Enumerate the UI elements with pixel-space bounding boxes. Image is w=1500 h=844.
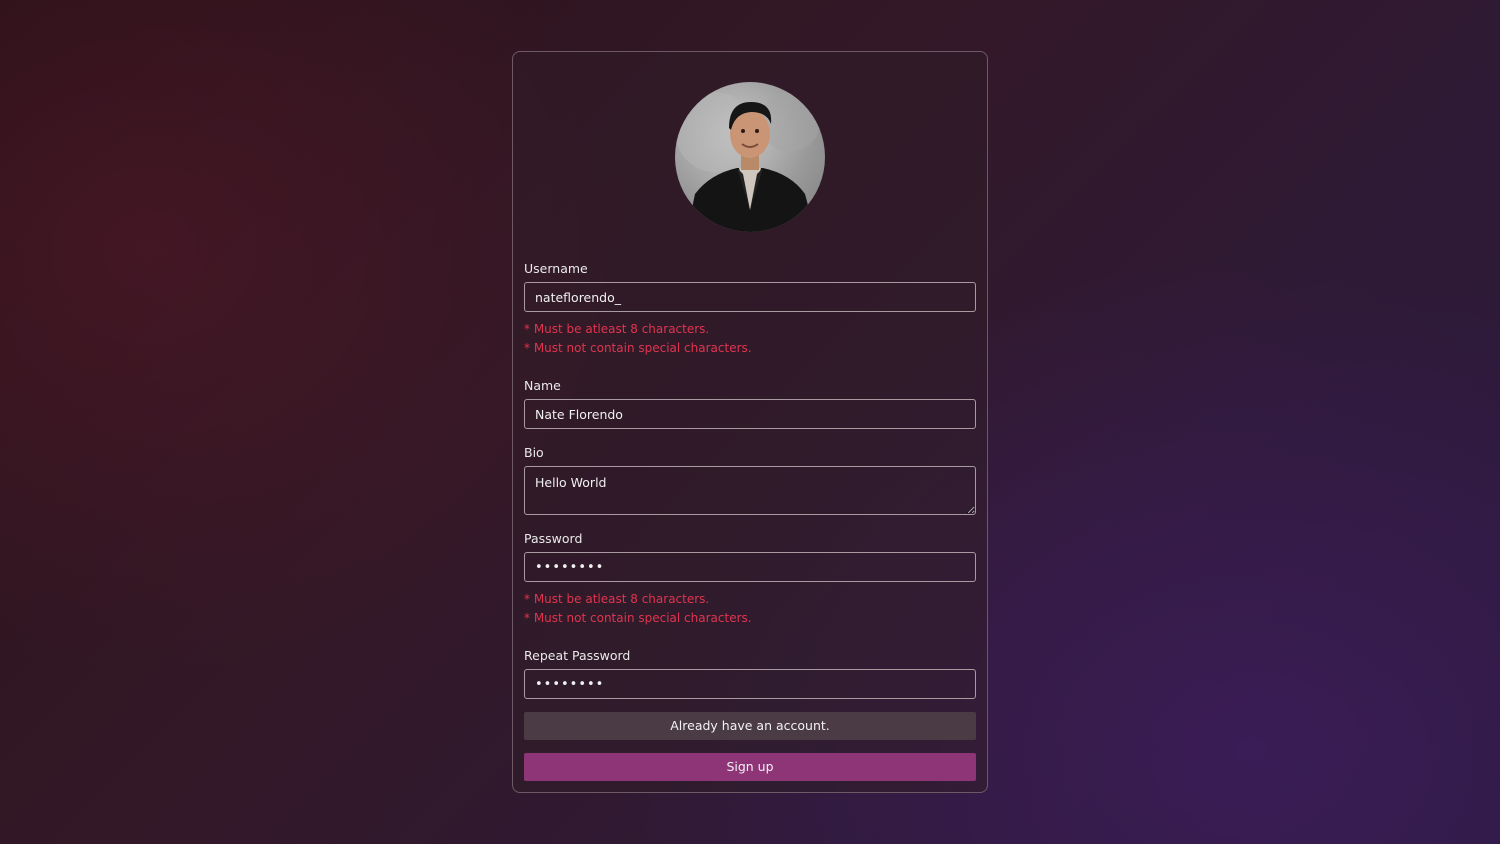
password-error-length: * Must be atleast 8 characters. xyxy=(524,592,710,606)
avatar xyxy=(675,82,825,232)
username-error-special: * Must not contain special characters. xyxy=(524,341,752,355)
login-link-button[interactable]: Already have an account. xyxy=(524,712,976,740)
avatar-photo xyxy=(675,92,820,232)
username-input[interactable] xyxy=(524,282,976,312)
repeat-password-label: Repeat Password xyxy=(524,648,631,663)
signup-button[interactable]: Sign up xyxy=(524,753,976,781)
password-input[interactable] xyxy=(524,552,976,582)
password-error-special: * Must not contain special characters. xyxy=(524,611,752,625)
username-error-length: * Must be atleast 8 characters. xyxy=(524,322,710,336)
name-input[interactable] xyxy=(524,399,976,429)
bio-label: Bio xyxy=(524,445,544,460)
bio-textarea[interactable]: Hello World xyxy=(524,466,976,515)
password-label: Password xyxy=(524,531,583,546)
repeat-password-input[interactable] xyxy=(524,669,976,699)
username-label: Username xyxy=(524,261,588,276)
signup-card: Username * Must be atleast 8 characters.… xyxy=(512,51,988,793)
name-label: Name xyxy=(524,378,561,393)
